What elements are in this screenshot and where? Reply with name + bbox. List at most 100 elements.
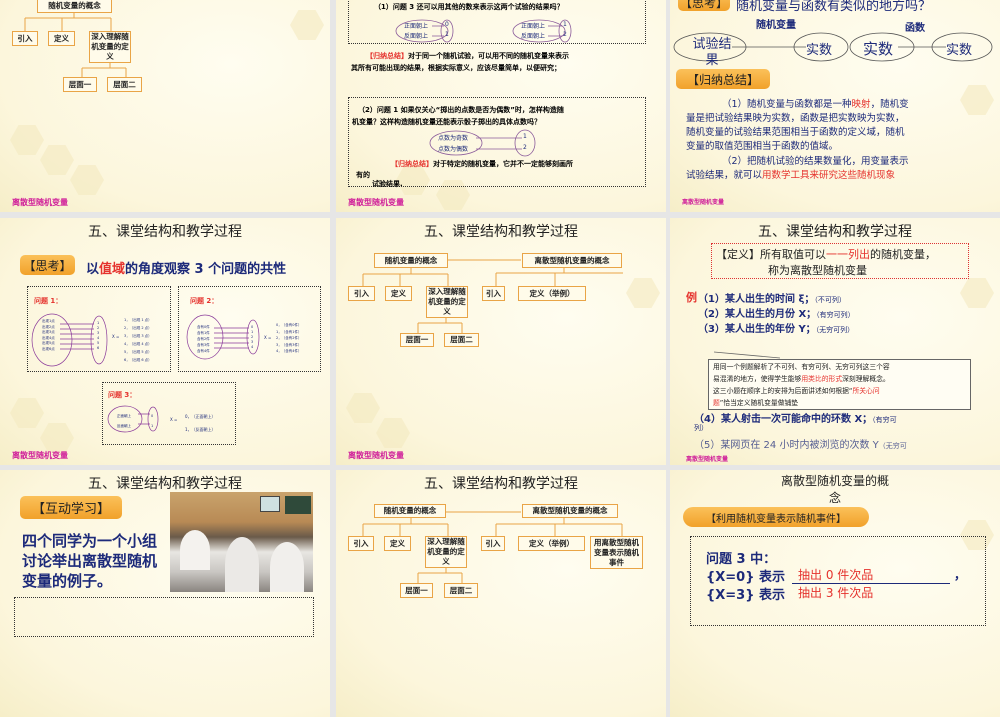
problem-1-outcomes: 出现1点 出现2点 出现3点 出现4点 出现5点 出现6点: [42, 319, 62, 352]
value-2: 2: [563, 31, 567, 38]
hex-decoration: [10, 125, 44, 155]
diagram-label: 正面朝上: [117, 414, 131, 418]
function-label: 函数: [905, 23, 925, 34]
note-highlight: 用类比的形式: [801, 375, 843, 383]
slide-thumbnail-7[interactable]: 五、课堂结构和教学过程 【互动学习】 四个同学为一个小组 讨论举出离散型随机 变…: [0, 470, 330, 717]
real-number-label: 实数: [806, 43, 833, 58]
example-1: （1）某人出生的时间 ξ；: [698, 294, 815, 305]
diagram-label: 出现6点: [42, 346, 55, 351]
example-4-note: （有穷可: [872, 416, 897, 424]
diagram-label: 5，（出现 5 点）: [124, 350, 152, 354]
question-2-text: （2）问题 1 如果仅关心“掷出的点数是否为偶数”时，怎样构造随: [358, 106, 564, 114]
org-box-random-variable-concept: 随机变量的概念: [374, 504, 446, 518]
example-label: 例: [686, 291, 697, 304]
org-box-definition: 定义: [384, 536, 411, 551]
x-equals: X =: [264, 335, 272, 340]
slide-footer: 离散型随机变量: [682, 199, 725, 206]
blackboard: [285, 496, 311, 514]
example-2-note: （有穷可列）: [816, 311, 855, 319]
diagram-label: 1，（反面朝上）: [185, 427, 216, 432]
problem-2-values: 01234: [251, 325, 253, 350]
problem-3-values: 01: [151, 411, 153, 431]
student: [225, 537, 259, 592]
diagram-label: 4: [251, 345, 254, 349]
definition-text: 【定义】所有取值可以: [716, 248, 826, 261]
org-box-definition: 定义: [48, 31, 75, 46]
slide-footer: 离散型随机变量: [686, 456, 729, 463]
value-1: 1: [563, 21, 567, 28]
summary-badge: 【归纳总结】: [676, 69, 770, 89]
hex-decoration: [960, 85, 994, 115]
org-box-intro-2: 引入: [481, 536, 505, 551]
slide-thumbnail-3[interactable]: 【思考】 随机变量与函数有类似的地方吗？ 随机变量 函数 试验结果 实数 实数 …: [670, 0, 1000, 212]
diagram-label: 4，（出现 4 点）: [124, 342, 152, 346]
hex-decoration: [346, 393, 380, 423]
note-text: 深刻理解概念。: [842, 375, 890, 383]
projector-screen: [260, 496, 280, 512]
teacher-note-callout: 用同一个例题解析了不可列、有穷可列、无穷可列这三个容 易混淆的地方，使得学生能够…: [708, 359, 971, 410]
diagram-label: 反面朝上: [117, 424, 131, 428]
example-2: （2）某人出生的月份 X；: [698, 309, 817, 320]
summary-text: ，随机变: [870, 99, 909, 110]
tails-label: 反面朝上: [404, 33, 429, 40]
hex-decoration: [626, 278, 660, 308]
slide-title: 念: [828, 491, 841, 505]
summary-label: 【归纳总结】: [391, 160, 433, 168]
problem-3-cases: 0，（正面朝上） 1，（反面朝上）: [185, 410, 216, 436]
real-number-label: 实数: [863, 40, 894, 58]
hex-decoration: [376, 418, 410, 448]
student: [270, 542, 304, 592]
slide-thumbnail-2[interactable]: （1）问题 3 还可以用其他的数来表示这两个试验的结果吗？ 正面朝上 反面朝上 …: [336, 0, 666, 212]
use-rv-events-badge: 【利用随机变量表示随机事件】: [683, 507, 869, 527]
org-box-definition: 定义: [385, 286, 412, 301]
org-box-level-1: 层面一: [400, 333, 434, 347]
org-box-intro: 引入: [348, 286, 375, 301]
slide-thumbnail-5[interactable]: 五、课堂结构和教学过程 随机变量的概念 离散型随机变量的概念 引入 定义 深入理…: [336, 218, 666, 465]
summary-text: 变量的取值范围相当于函数的值域。: [686, 141, 839, 152]
real-number-label: 实数: [946, 43, 973, 58]
question-1-text: （1）问题 3 还可以用其他的数来表示这两个试验的结果吗？: [374, 3, 564, 11]
comma: ，: [954, 568, 967, 582]
problem-2-outcomes: 含有0件 含有1件 含有2件 含有3件 含有4件: [197, 324, 210, 354]
org-box-deep-understanding: 深入理解随机变量的定义: [426, 286, 468, 318]
diagram-label: 1，（出现 1 点）: [124, 318, 152, 322]
slide-thumbnail-4[interactable]: 五、课堂结构和教学过程 【思考】 以值域的角度观察 3 个问题的共性 问题 1：…: [0, 218, 330, 465]
think-badge: 【思考】: [678, 0, 730, 11]
problem-2-label: 问题 2：: [190, 297, 219, 305]
diagram-label: 6，（出现 6 点）: [124, 358, 152, 362]
note-highlight: 所关心问: [852, 387, 880, 395]
problem-2-cases: 0，（含有0件） 1，（含有1件） 2，（含有2件） 3，（含有3件） 4，（含有4件）: [276, 322, 301, 355]
value-2: 2: [523, 144, 527, 151]
org-box-discrete-concept: 离散型随机变量的概念: [522, 253, 622, 268]
example-5: （5）某网页在 24 小时内被浏览的次数 Y: [694, 440, 879, 451]
value-0: 0: [445, 21, 449, 28]
summary-text: 对于同一个随机试验，可以用不同的随机变量来表示: [408, 52, 569, 60]
note-text: 易混淆的地方，使得学生能够: [713, 375, 802, 383]
event-x3-label: {X=3} 表示: [706, 588, 785, 603]
summary-label: 【归纳总结】: [366, 52, 408, 60]
event-x0-answer: 抽出 0 件次品: [792, 566, 950, 584]
slide-thumbnail-1[interactable]: 随机变量的概念 引入 定义 深入理解随机变量的定义 层面一 层面二 离散型随机变…: [0, 0, 330, 212]
org-box-random-variable-concept: 随机变量的概念: [374, 253, 448, 268]
note-text: 这三小题在顺序上的安排为后面讲述如何根据“: [713, 387, 853, 395]
answer-box: [14, 597, 314, 637]
note-text: 用同一个例题解析了不可列、有穷可列、无穷可列这三个容: [713, 363, 890, 371]
slide-thumbnail-6[interactable]: 五、课堂结构和教学过程 【定义】所有取值可以一一列出的随机变量， 称为离散型随机…: [670, 218, 1000, 465]
slide-thumbnail-9[interactable]: 离散型随机变量的概 念 【利用随机变量表示随机事件】 问题 3 中： {X=0}…: [670, 470, 1000, 717]
example-4: （4）某人射击一次可能命中的环数 X；: [694, 414, 873, 425]
org-box-definition-examples: 定义（举例）: [518, 536, 585, 551]
example-3-note: （无穷可列）: [815, 326, 855, 334]
x-equals: X =: [170, 417, 178, 422]
event-x0-label: {X=0} 表示: [706, 570, 785, 585]
slide-thumbnail-8[interactable]: 五、课堂结构和教学过程 随机变量的概念 离散型随机变量的概念 引入 定义 深入理…: [336, 470, 666, 717]
org-box-level-1: 层面一: [63, 77, 97, 92]
note-highlight: 题: [713, 399, 720, 407]
interactive-learning-badge: 【互动学习】: [20, 496, 122, 519]
example-1-note: （不可列）: [814, 296, 846, 304]
highlight-text: 用数学工具来研究这些随机现象: [762, 170, 896, 181]
org-box-deep-understanding: 深入理解随机变量的定义: [89, 31, 131, 63]
slide-title: 五、课堂结构和教学过程: [88, 224, 242, 240]
slide-title: 离散型随机变量的概: [780, 474, 889, 488]
problem-3-label: 问题 3：: [108, 391, 137, 399]
summary-text: 量是把试验结果映为实数，函数是把实数映为实数，: [686, 113, 905, 124]
